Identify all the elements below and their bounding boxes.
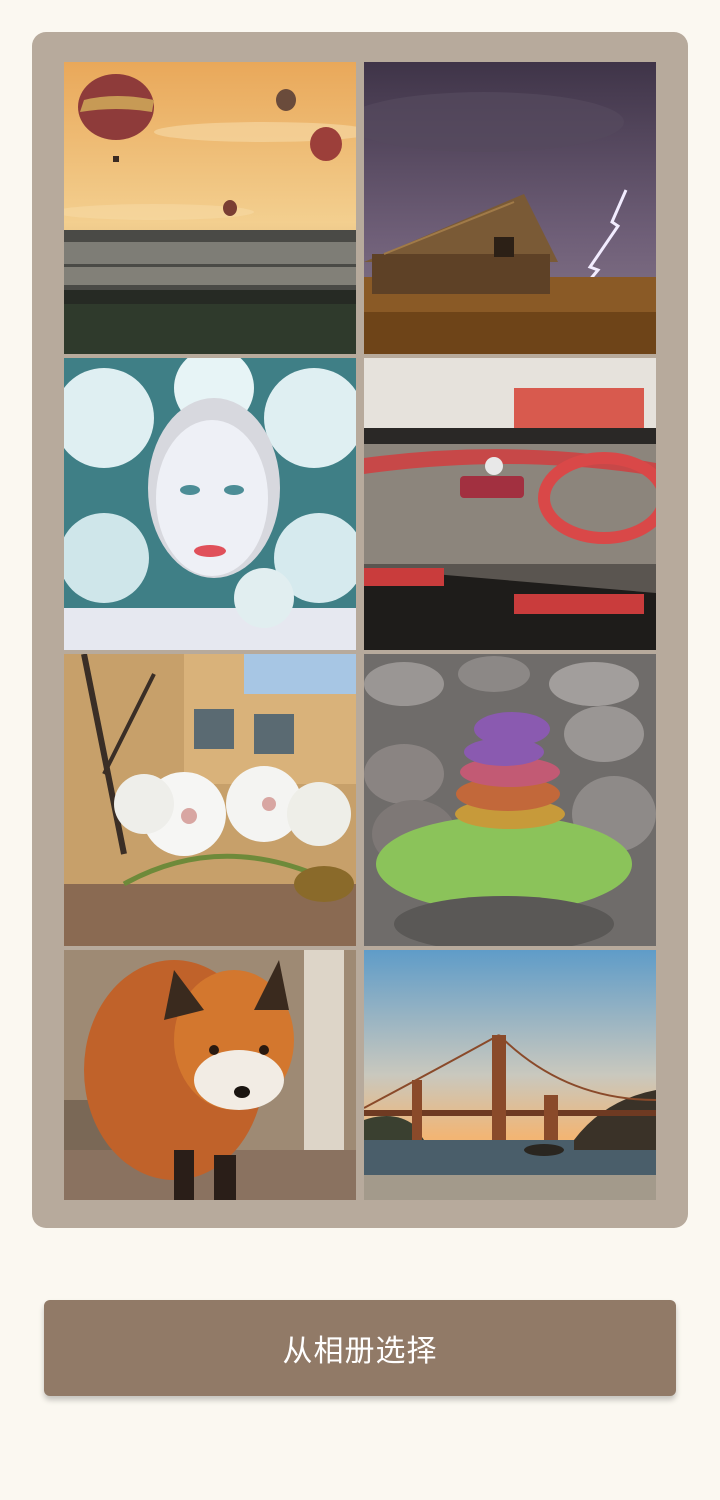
photo-tile-white-blossoms[interactable] [64,654,356,946]
photo-picker-screen: 从相册选择 [0,0,720,1500]
select-from-album-button[interactable]: 从相册选择 [44,1300,676,1396]
photo-tile-woman-flowers[interactable] [64,358,356,650]
photo-grid [64,62,656,1200]
photo-tile-barn-storm[interactable] [364,62,656,354]
white-blossoms-image [64,654,356,946]
photo-tile-go-kart[interactable] [364,358,656,650]
go-kart-image [364,358,656,650]
golden-gate-bridge-image [364,950,656,1200]
hot-air-balloons-image [64,62,356,354]
woman-flowers-image [64,358,356,650]
barn-storm-image [364,62,656,354]
photo-tile-hot-air-balloons[interactable] [64,62,356,354]
red-fox-image [64,950,356,1200]
photo-tile-stacked-pebbles[interactable] [364,654,656,946]
photo-tile-golden-gate-bridge[interactable] [364,950,656,1200]
stacked-pebbles-image [364,654,656,946]
photo-gallery-card [32,32,688,1228]
photo-tile-red-fox[interactable] [64,950,356,1200]
